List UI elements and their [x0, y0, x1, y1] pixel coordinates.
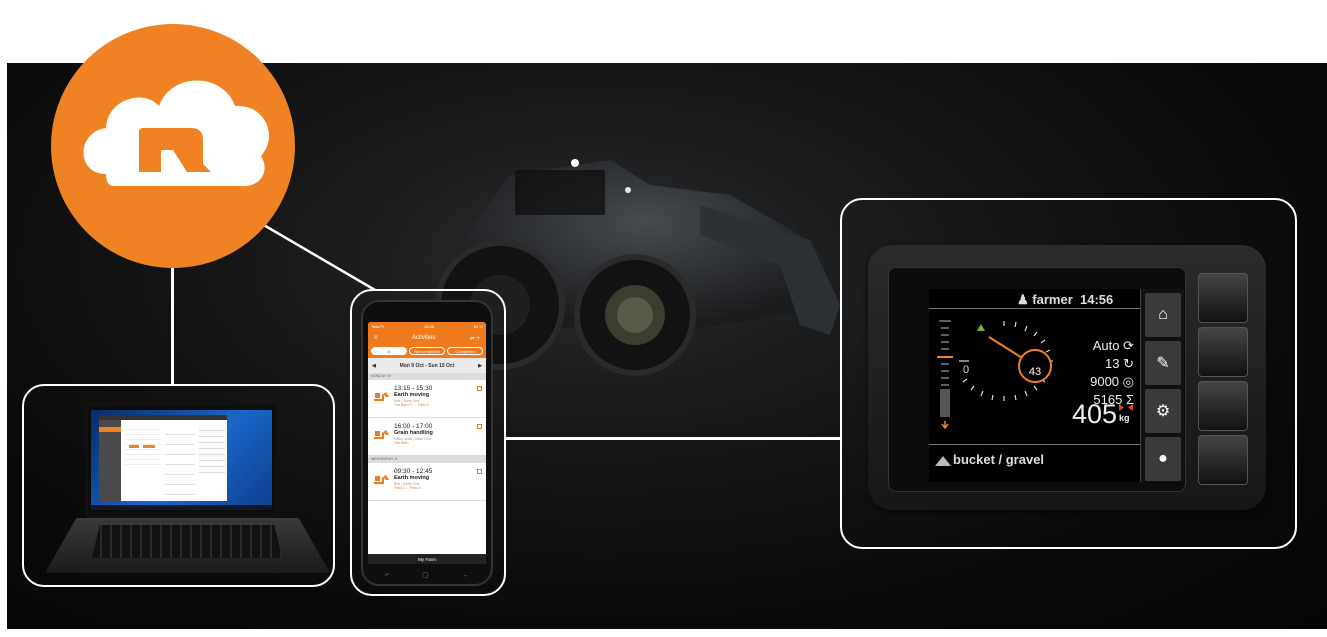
display-footer: bucket / gravel: [929, 444, 1140, 482]
terminal-button-1[interactable]: [1198, 273, 1248, 323]
mode-value: Auto: [1092, 338, 1120, 353]
tools-icon[interactable]: ⚙: [1145, 389, 1181, 433]
week-selector: ◀ Mon 9 Oct - Sun 15 Oct ▶: [368, 358, 486, 373]
tab-all[interactable]: All: [371, 347, 407, 355]
target-value: 9000: [1090, 374, 1120, 389]
excavator-icon: [374, 475, 389, 484]
battery-label: 61 %: [473, 324, 483, 329]
hero-illustration: Telia FI 13:38 61 % ≡ Activities ⇌ + All…: [0, 0, 1327, 637]
laptop: [40, 395, 335, 580]
terminal-button-3[interactable]: [1198, 381, 1248, 431]
filter-icon[interactable]: ⇌: [470, 336, 475, 342]
tab-not-completed[interactable]: Not completed: [409, 347, 445, 355]
keyboard: [92, 525, 282, 558]
day-header: MONDAY 09: [368, 373, 486, 380]
grain-icon: [374, 430, 389, 439]
user-icon: ♟: [1017, 292, 1029, 307]
desktop-wallpaper: [91, 410, 272, 510]
wrench-icon[interactable]: ✎: [1145, 341, 1181, 385]
cloud-logo-icon: [83, 80, 269, 187]
display-sidebar: ⌂ ✎ ⚙ ●: [1140, 289, 1184, 482]
app-bar: ≡ Activities ⇌ +: [368, 331, 486, 345]
phone-screen: Telia FI 13:38 61 % ≡ Activities ⇌ + All…: [368, 322, 486, 564]
terminal-display: ♟ farmer 14:56 0 43 Auto ⟳ 13 ↻ 9000 ◎ 5…: [929, 289, 1184, 482]
auto-icon: ⟳: [1123, 338, 1134, 353]
activity-target: Field 3: [417, 403, 429, 407]
activity-location: Field 1: [394, 486, 405, 490]
excavator-icon: [374, 392, 389, 401]
week-range: Mon 9 Oct - Sun 15 Oct: [399, 362, 455, 369]
activity-time: 09:30 - 12:45: [394, 468, 433, 475]
activity-target: Field 3: [409, 486, 421, 490]
activity-title: Grain handling: [394, 430, 433, 436]
complete-checkbox[interactable]: [477, 469, 482, 474]
home-nav-icon[interactable]: ▢: [422, 571, 429, 579]
angle-value: 43: [1028, 366, 1042, 378]
carrier-label: Telia FI: [371, 324, 384, 329]
activity-item[interactable]: 16:00 - 17:00 Grain handling Mikko Mutti…: [368, 418, 486, 456]
android-nav-bar: ⤶ ▢ ←: [368, 568, 486, 582]
target-icon: ◎: [1122, 374, 1134, 389]
add-icon[interactable]: +: [476, 336, 480, 342]
complete-checkbox[interactable]: [477, 424, 482, 429]
back-icon[interactable]: ←: [462, 572, 469, 579]
activity-location: The Barn FI: [394, 403, 413, 407]
filter-tabs: All Not completed Completed: [368, 345, 486, 358]
user-name: farmer: [1032, 292, 1073, 307]
activity-time: 16:00 - 17:00: [394, 423, 433, 430]
next-week-icon[interactable]: ▶: [478, 363, 482, 369]
prev-week-icon[interactable]: ◀: [372, 363, 376, 369]
my-farm-bar[interactable]: My Farm: [368, 554, 486, 564]
weight-value: 405: [1071, 399, 1117, 429]
status-bar: Telia FI 13:38 61 %: [368, 322, 486, 331]
circle-icon[interactable]: ●: [1145, 437, 1181, 481]
activity-title: Earth moving: [394, 392, 430, 398]
day-header: WEDNESDAY 11: [368, 456, 486, 463]
count-value: 13: [1105, 356, 1120, 371]
activity-title: Earth moving: [394, 475, 430, 481]
menu-icon[interactable]: ≡: [374, 335, 378, 341]
zero-label: 0: [963, 364, 970, 376]
tool-label: bucket / gravel: [953, 452, 1045, 467]
recent-apps-icon[interactable]: ⤶: [385, 571, 389, 579]
laptop-screen: [85, 403, 278, 518]
farm-app-window: [99, 415, 227, 501]
tab-completed[interactable]: Completed: [447, 347, 483, 355]
tractor-terminal: ♟ farmer 14:56 0 43 Auto ⟳ 13 ↻ 9000 ◎ 5…: [868, 245, 1266, 510]
terminal-button-4[interactable]: [1198, 435, 1248, 485]
activity-item[interactable]: 13:15 - 15:30 Earth moving Bob | Silver …: [368, 380, 486, 418]
connector-phone-terminal: [506, 437, 842, 440]
activity-location: The Barn: [394, 441, 409, 445]
counter-icon: ↻: [1123, 356, 1134, 371]
status-time: 13:38: [423, 324, 434, 329]
home-icon[interactable]: ⌂: [1145, 293, 1181, 337]
scale-icon: [1119, 404, 1133, 411]
weight-unit: kg: [1119, 413, 1130, 423]
cloud-badge: [51, 24, 295, 268]
bucket-icon: [935, 456, 951, 466]
complete-checkbox[interactable]: [477, 386, 482, 391]
display-header: ♟ farmer 14:56: [929, 289, 1140, 309]
activity-item[interactable]: 09:30 - 12:45 Earth moving Bob | Silver …: [368, 463, 486, 501]
display-time: 14:56: [1080, 292, 1114, 307]
activity-time: 13:15 - 15:30: [394, 385, 433, 392]
page-title: Activities: [411, 335, 436, 341]
terminal-button-2[interactable]: [1198, 327, 1248, 377]
smartphone: Telia FI 13:38 61 % ≡ Activities ⇌ + All…: [361, 300, 493, 586]
